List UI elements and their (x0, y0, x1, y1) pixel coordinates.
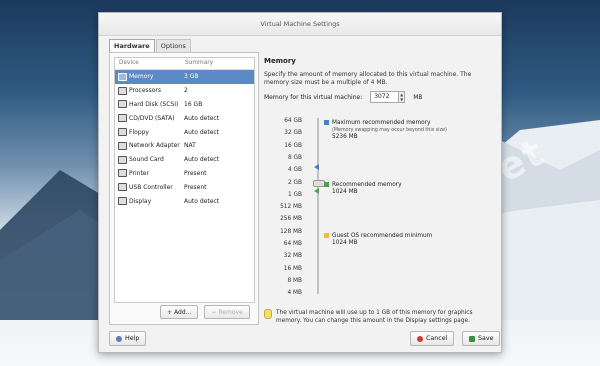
device-name: USB Controller (129, 183, 173, 191)
tab-bar: Hardware Options (109, 39, 192, 52)
green-square-icon (324, 182, 329, 187)
scale-tick: 64 GB (284, 118, 302, 124)
usb-icon (118, 183, 127, 192)
processor-icon (118, 86, 127, 95)
device-name: Memory (129, 73, 154, 81)
section-title-memory: Memory (264, 57, 296, 65)
device-name: Network Adapter (129, 142, 180, 150)
device-name: Hard Disk (SCSI) (129, 100, 179, 108)
memory-slider-track[interactable] (317, 118, 319, 294)
scale-tick: 4 MB (287, 290, 302, 297)
device-row-cd-dvd[interactable]: CD/DVD (SATA) Auto detect (115, 111, 254, 125)
tab-options[interactable]: Options (155, 39, 191, 52)
help-icon (116, 335, 122, 342)
plus-icon: + (167, 308, 173, 316)
device-summary: Present (184, 169, 207, 177)
memory-size-field: Memory for this virtual machine: 3072 ▲ ▼… (264, 91, 494, 103)
printer-icon (118, 169, 127, 178)
cd-dvd-icon (118, 114, 127, 123)
device-list-header: Device Summary (115, 58, 254, 70)
device-list: Device Summary Memory 3 GB Processors 2 … (114, 57, 255, 303)
device-summary: Auto detect (184, 128, 220, 136)
scale-tick: 1 GB (288, 191, 302, 198)
memory-settings-panel: Memory Specify the amount of memory allo… (264, 57, 494, 325)
memory-spinner[interactable]: ▲ ▼ (399, 91, 406, 103)
device-summary: Auto detect (184, 197, 220, 205)
hardware-panel: Device Summary Memory 3 GB Processors 2 … (109, 52, 259, 325)
legend-max-recommended: Maximum recommended memory (Memory swapp… (324, 120, 447, 141)
vm-settings-dialog: Virtual Machine Settings Hardware Option… (98, 12, 502, 353)
scale-tick: 4 GB (288, 167, 302, 174)
scale-tick: 64 MB (283, 241, 302, 247)
device-row-memory[interactable]: Memory 3 GB (115, 70, 254, 84)
remove-device-button[interactable]: − Remove (204, 305, 250, 319)
device-row-processors[interactable]: Processors 2 (115, 84, 254, 98)
device-summary: Present (184, 183, 207, 191)
device-row-hard-disk[interactable]: Hard Disk (SCSI) 16 GB (115, 98, 254, 112)
device-row-usb-controller[interactable]: USB Controller Present (115, 180, 254, 194)
blue-square-icon (324, 120, 329, 125)
network-icon (118, 141, 127, 150)
sound-card-icon (118, 155, 127, 164)
cancel-button[interactable]: Cancel (410, 331, 455, 346)
memory-unit-label: MB (413, 93, 423, 101)
device-summary: 3 GB (184, 73, 199, 81)
memory-scale: 64 GB 32 GB 16 GB 8 GB 4 GB 2 GB 1 GB 51… (264, 118, 314, 297)
scale-tick: 8 GB (288, 154, 302, 161)
save-button[interactable]: Save (462, 331, 501, 346)
column-header-device[interactable]: Device (115, 58, 185, 69)
device-name: Processors (129, 87, 162, 95)
device-summary: Auto detect (184, 156, 220, 164)
device-name: Sound Card (129, 156, 164, 164)
scale-tick: 2 GB (288, 179, 302, 186)
legend-guest-min: Guest OS recommended minimum 1024 MB (324, 233, 432, 247)
scale-tick: 8 MB (287, 277, 302, 284)
device-row-sound-card[interactable]: Sound Card Auto detect (115, 153, 254, 167)
device-row-floppy[interactable]: Floppy Auto detect (115, 125, 254, 139)
minus-icon: − (211, 308, 217, 316)
memory-size-input[interactable]: 3072 (370, 91, 400, 103)
device-name: Printer (129, 169, 149, 177)
device-list-buttons: + Add... − Remove (160, 305, 250, 319)
device-name: Floppy (129, 128, 149, 136)
scale-tick: 512 MB (280, 204, 302, 211)
memory-field-label: Memory for this virtual machine: (264, 93, 363, 101)
lightbulb-icon (264, 309, 272, 319)
memory-icon (118, 72, 127, 81)
device-summary: 2 (184, 87, 188, 95)
column-header-summary[interactable]: Summary (185, 58, 213, 69)
tab-hardware[interactable]: Hardware (109, 39, 155, 52)
scale-tick: 256 MB (280, 216, 302, 223)
cancel-icon (417, 335, 423, 342)
device-row-network-adapter[interactable]: Network Adapter NAT (115, 139, 254, 153)
scale-tick: 32 MB (283, 253, 302, 260)
dialog-footer: Help Cancel Save (99, 331, 501, 352)
device-row-display[interactable]: Display Auto detect (115, 194, 254, 208)
add-device-button[interactable]: + Add... (160, 305, 199, 319)
device-summary: NAT (184, 142, 196, 150)
device-row-printer[interactable]: Printer Present (115, 167, 254, 181)
device-summary: 16 GB (184, 100, 203, 108)
help-button[interactable]: Help (109, 331, 147, 346)
device-name: CD/DVD (SATA) (129, 114, 175, 122)
memory-description: Specify the amount of memory allocated t… (264, 71, 472, 86)
legend-recommended: Recommended memory 1024 MB (324, 182, 402, 196)
scale-tick: 32 GB (284, 130, 302, 137)
save-icon (469, 335, 475, 342)
display-icon (118, 197, 127, 206)
scale-tick: 16 MB (283, 265, 302, 272)
window-title: Virtual Machine Settings (99, 13, 501, 36)
device-summary: Auto detect (184, 114, 220, 122)
max-recommended-marker (314, 164, 319, 170)
scale-tick: 16 GB (284, 142, 302, 149)
graphics-memory-note: The virtual machine will use up to 1 GB … (264, 309, 494, 325)
device-name: Display (129, 197, 152, 205)
yellow-square-icon (324, 233, 329, 238)
floppy-icon (118, 128, 127, 137)
hard-disk-icon (118, 100, 127, 109)
recommended-marker (314, 188, 319, 194)
scale-tick: 128 MB (280, 228, 302, 235)
